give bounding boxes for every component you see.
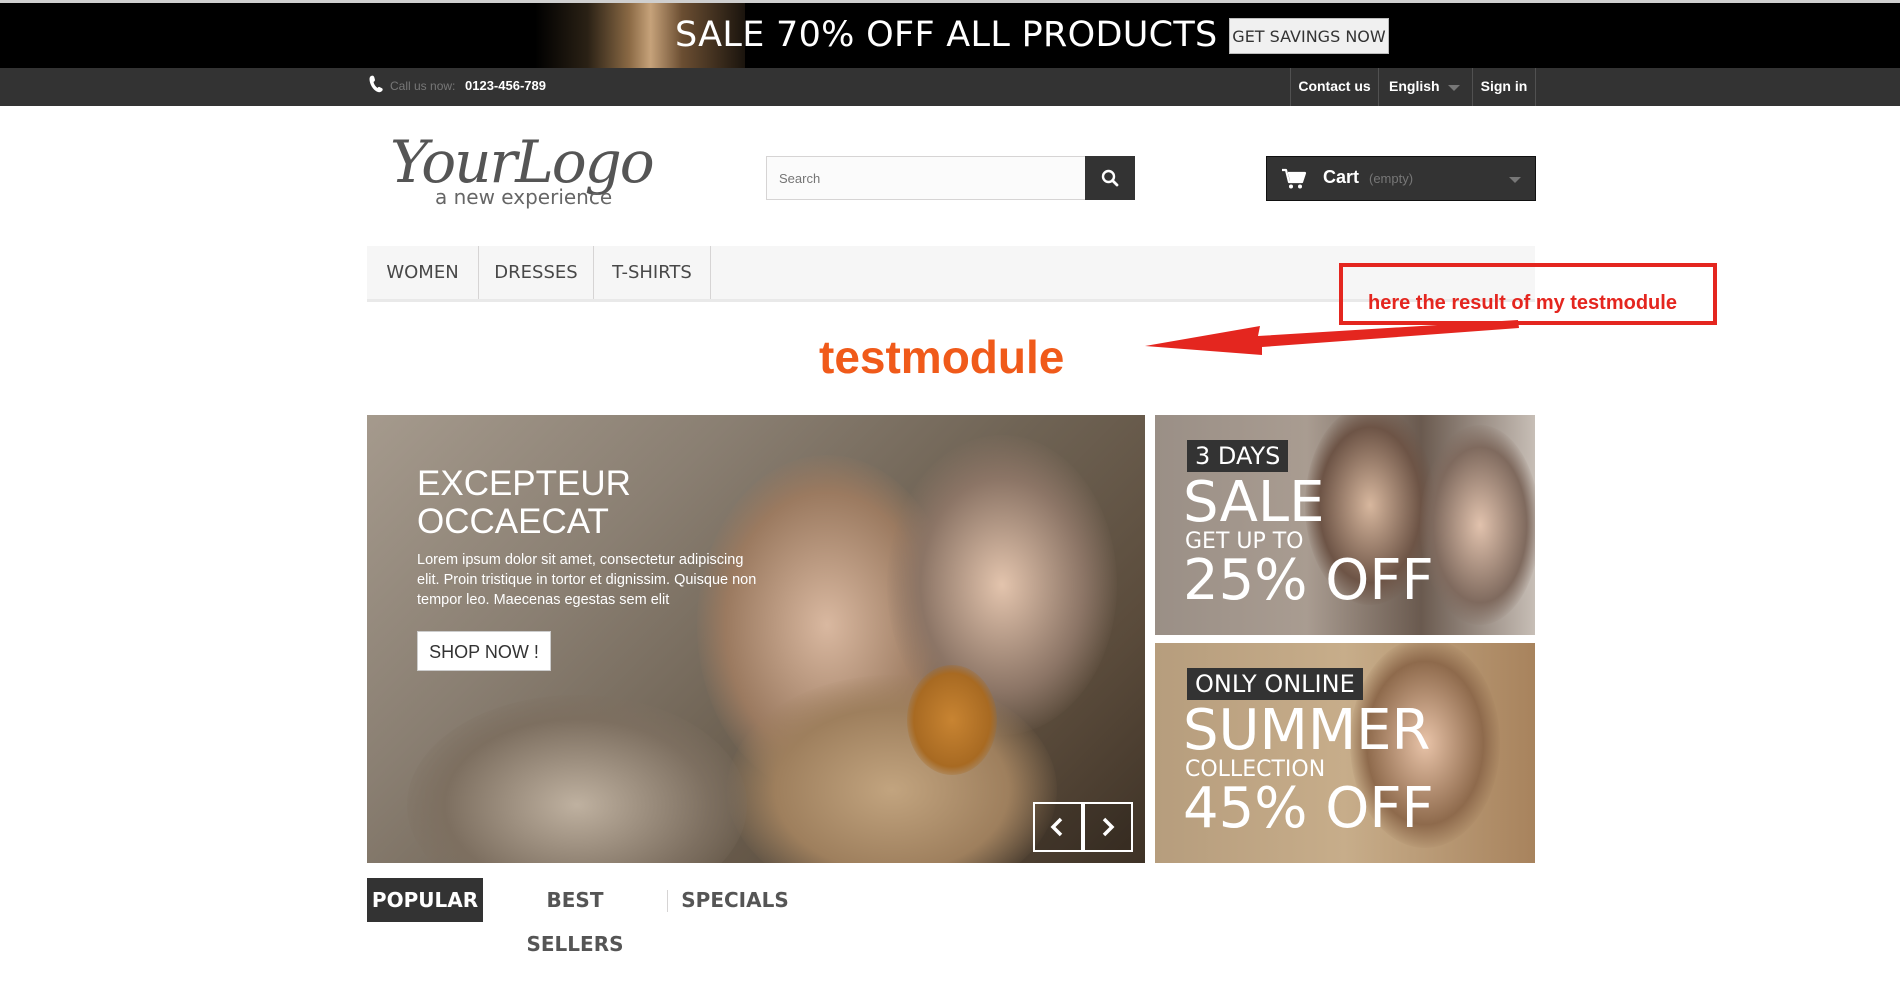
search-icon [1101, 169, 1119, 187]
tab-divider [667, 890, 668, 912]
logo-tagline: a new experience [435, 185, 613, 209]
chevron-down-icon [1448, 85, 1460, 91]
search-button[interactable] [1085, 156, 1135, 200]
search-input[interactable] [766, 156, 1086, 200]
banner-offer: 25% OFF [1183, 548, 1434, 613]
chevron-left-icon [1050, 817, 1063, 837]
slide-title-line: OCCAECAT [417, 502, 609, 541]
cart-label: Cart [1323, 167, 1360, 187]
language-label: English [1389, 78, 1440, 94]
contact-us-link[interactable]: Contact us [1290, 68, 1378, 106]
banner-tag: ONLY ONLINE [1187, 668, 1363, 700]
hero-slider[interactable]: EXCEPTEUR OCCAECAT Lorem ipsum dolor sit… [367, 415, 1145, 863]
top-nav-bar: Call us now: 0123-456-789 Contact us Eng… [0, 68, 1900, 106]
store-logo[interactable]: YourLogo a new experience [390, 128, 690, 209]
menu-item-t-shirts[interactable]: T-SHIRTS [594, 246, 711, 299]
slide-description: Lorem ipsum dolor sit amet, consectetur … [417, 552, 757, 608]
slide-foliage-image [407, 695, 747, 863]
slider-next-button[interactable] [1083, 802, 1133, 852]
banner-headline: SALE [1183, 470, 1325, 535]
tab-specials[interactable]: SPECIALS [677, 878, 793, 922]
cart-button[interactable]: Cart (empty) [1266, 156, 1536, 201]
language-selector[interactable]: English [1378, 68, 1472, 106]
contact-us-label: Contact us [1298, 78, 1371, 94]
promo-tile-3-days-sale[interactable]: 3 DAYS SALE GET UP TO 25% OFF [1155, 415, 1535, 635]
tab-label: SPECIALS [681, 888, 789, 912]
sign-in-label: Sign in [1480, 78, 1528, 94]
slider-prev-button[interactable] [1033, 802, 1083, 852]
menu-item-label: DRESSES [494, 262, 578, 283]
cart-icon [1282, 168, 1307, 189]
get-savings-button[interactable]: GET SAVINGS NOW [1229, 18, 1389, 54]
banner-headline: SUMMER [1183, 698, 1431, 763]
phone-icon [369, 75, 383, 93]
banner-model-image [1420, 425, 1535, 625]
tab-popular[interactable]: POPULAR [367, 878, 483, 922]
shop-now-button[interactable]: SHOP NOW ! [417, 631, 551, 671]
cart-status: (empty) [1369, 171, 1414, 186]
annotation-note: here the result of my testmodule [1368, 292, 1677, 314]
tab-label: BEST SELLERS [526, 888, 624, 956]
promo-title: SALE 70% OFF ALL PRODUCTS [675, 15, 1218, 55]
menu-item-dresses[interactable]: DRESSES [479, 246, 594, 299]
banner-offer: 45% OFF [1183, 776, 1434, 841]
menu-item-women[interactable]: WOMEN [367, 246, 479, 299]
tab-label: POPULAR [371, 888, 479, 912]
chevron-right-icon [1102, 817, 1115, 837]
phone-number: 0123-456-789 [465, 78, 546, 93]
menu-item-label: WOMEN [386, 262, 459, 283]
slide-title-line: EXCEPTEUR [417, 464, 631, 503]
testmodule-output: testmodule [819, 331, 1065, 383]
call-us-label: Call us now: [390, 79, 456, 93]
slide-mitten-image [907, 665, 997, 775]
promo-banner[interactable]: SALE 70% OFF ALL PRODUCTS GET SAVINGS NO… [0, 0, 1900, 68]
slide-title: EXCEPTEUR OCCAECAT [417, 465, 737, 541]
banner-tag: 3 DAYS [1187, 440, 1289, 472]
menu-item-label: T-SHIRTS [612, 262, 692, 283]
chevron-down-icon [1509, 177, 1521, 183]
sign-in-link[interactable]: Sign in [1472, 68, 1536, 106]
tab-best-sellers[interactable]: BEST SELLERS [496, 878, 654, 956]
promo-tile-summer-collection[interactable]: ONLY ONLINE SUMMER COLLECTION 45% OFF [1155, 643, 1535, 863]
